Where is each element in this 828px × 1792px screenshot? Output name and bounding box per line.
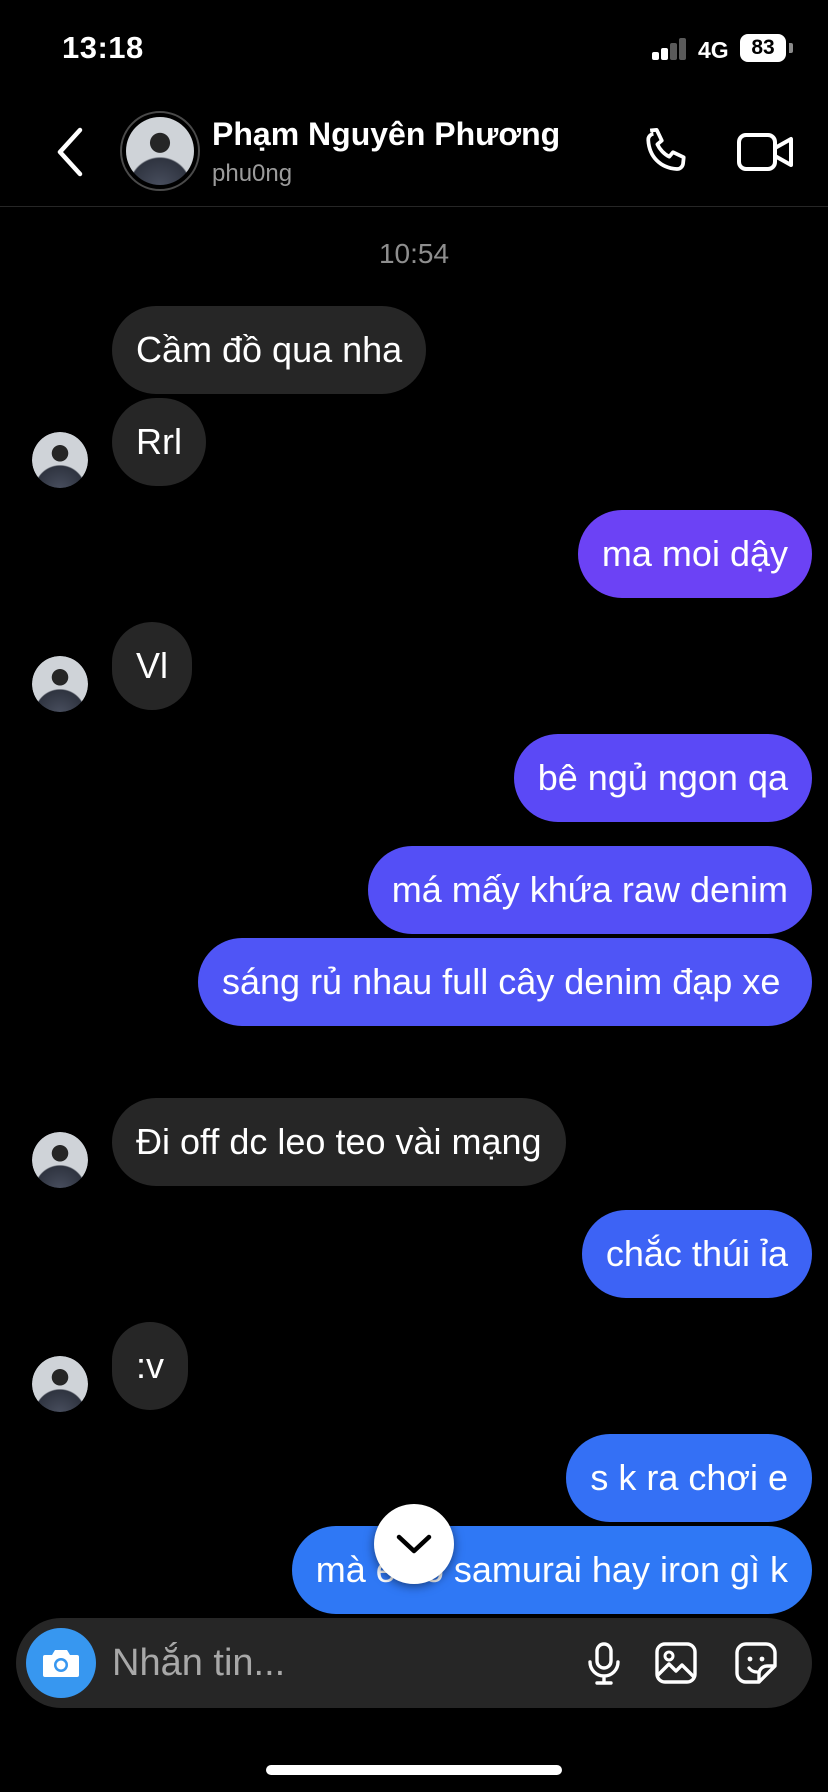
scroll-to-bottom-button[interactable] bbox=[374, 1504, 454, 1584]
image-icon bbox=[655, 1642, 697, 1684]
chevron-down-icon bbox=[396, 1534, 432, 1554]
message-timestamp: 10:54 bbox=[378, 238, 450, 269]
voice-message-button[interactable] bbox=[580, 1639, 628, 1687]
message-bubble-outgoing[interactable]: s k ra chơi e bbox=[566, 1434, 812, 1522]
camera-button[interactable] bbox=[26, 1628, 96, 1698]
voice-call-button[interactable] bbox=[638, 124, 694, 180]
message-input[interactable] bbox=[112, 1636, 492, 1690]
home-indicator[interactable] bbox=[266, 1765, 562, 1775]
message-bubble-outgoing[interactable]: bê ngủ ngon qa bbox=[513, 734, 812, 822]
back-button[interactable] bbox=[50, 124, 94, 180]
battery-cap bbox=[789, 43, 793, 53]
message-bubble-incoming[interactable]: Đi off dc leo teo vài mạng bbox=[112, 1098, 566, 1186]
message-bubble-incoming[interactable]: Vl bbox=[112, 622, 193, 710]
contact-name[interactable]: Phạm Nguyên Phương bbox=[212, 116, 560, 153]
message-composer bbox=[16, 1618, 812, 1708]
gallery-button[interactable] bbox=[652, 1639, 700, 1687]
sender-avatar[interactable] bbox=[32, 1132, 88, 1188]
camera-icon bbox=[43, 1650, 79, 1677]
signal-strength-icon bbox=[652, 38, 688, 60]
microphone-icon bbox=[588, 1642, 620, 1685]
sticker-button[interactable] bbox=[732, 1639, 780, 1687]
direct-message-screen: 13:18 4G 83 Phạm Nguyên Phương phu0ng 10… bbox=[0, 0, 828, 1792]
contact-username[interactable]: phu0ng bbox=[212, 160, 292, 188]
video-camera-icon bbox=[737, 133, 793, 171]
header-divider bbox=[0, 206, 828, 207]
message-bubble-outgoing[interactable]: chắc thúi ỉa bbox=[581, 1210, 812, 1298]
message-bubble-outgoing[interactable]: mà e có samurai hay iron gì k bbox=[291, 1526, 812, 1614]
network-type: 4G bbox=[698, 37, 729, 63]
battery-icon: 83 bbox=[740, 34, 786, 62]
message-bubble-incoming[interactable]: :v bbox=[112, 1322, 189, 1410]
sender-avatar[interactable] bbox=[32, 432, 88, 488]
sender-avatar[interactable] bbox=[32, 1356, 88, 1412]
status-time: 13:18 bbox=[62, 30, 144, 65]
message-bubble-outgoing[interactable]: sáng rủ nhau full cây denim đạp xe bbox=[198, 938, 812, 1026]
avatar-image bbox=[126, 117, 194, 185]
phone-icon bbox=[646, 127, 686, 171]
sticker-icon bbox=[735, 1642, 777, 1684]
sender-avatar[interactable] bbox=[32, 656, 88, 712]
message-bubble-outgoing[interactable]: má mấy khứa raw denim bbox=[367, 846, 812, 934]
message-bubble-incoming[interactable]: Rrl bbox=[112, 398, 206, 486]
message-bubble-incoming[interactable]: Cầm đồ qua nha bbox=[112, 306, 427, 394]
chevron-left-icon bbox=[57, 127, 83, 177]
contact-avatar[interactable] bbox=[120, 111, 200, 191]
video-call-button[interactable] bbox=[736, 128, 796, 176]
message-bubble-outgoing[interactable]: ma moi dậy bbox=[577, 510, 812, 598]
